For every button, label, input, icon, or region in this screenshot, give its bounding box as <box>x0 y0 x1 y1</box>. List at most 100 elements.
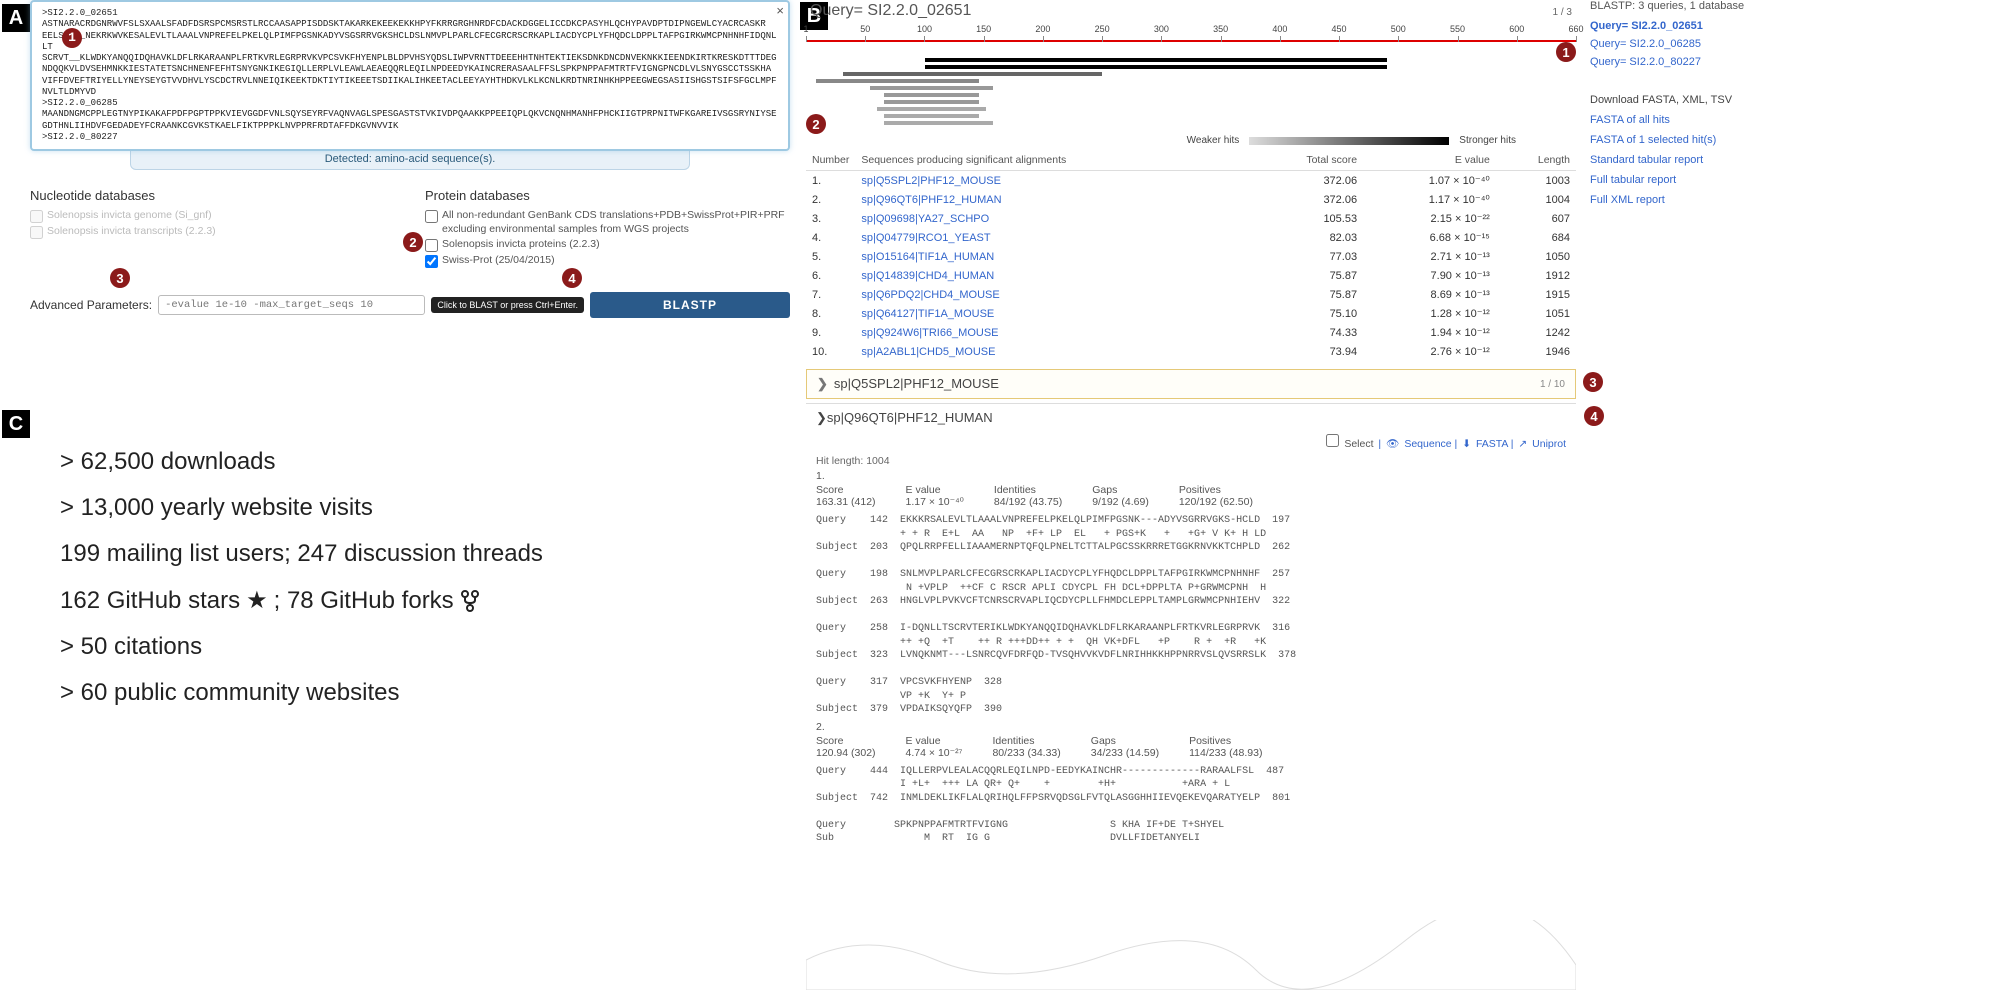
table-row: 4.sp|Q04779|RCO1_YEAST82.036.68 × 10⁻¹⁵6… <box>806 228 1576 247</box>
prot-db-item[interactable]: Swiss-Prot (25/04/2015) <box>425 254 790 268</box>
download-icon: ⬇ <box>1462 438 1471 450</box>
hit-tools-row: Select | 👁 Sequence | ⬇ FASTA | ↗ Unipro… <box>806 432 1576 452</box>
stat-mailinglist: 199 mailing list users; 247 discussion t… <box>60 540 700 568</box>
table-row: 1.sp|Q5SPL2|PHF12_MOUSE372.061.07 × 10⁻⁴… <box>806 171 1576 191</box>
fork-icon <box>460 589 480 613</box>
eye-icon: 👁 <box>1386 438 1399 450</box>
download-fasta-all[interactable]: FASTA of all hits <box>1590 114 1790 126</box>
stat-visits: > 13,000 yearly website visits <box>60 494 700 522</box>
nuc-db-item: Solenopsis invicta genome (Si_gnf) <box>30 209 395 223</box>
badge-b2: 2 <box>806 114 826 134</box>
blast-hint-tooltip: Click to BLAST or press Ctrl+Enter. <box>431 297 584 313</box>
badge-b4: 4 <box>1584 406 1604 426</box>
hit-row-expanded[interactable]: ❯sp|Q96QT6|PHF12_HUMAN 4 <box>806 403 1576 432</box>
col-length: Length <box>1496 150 1576 171</box>
prot-db-checkbox[interactable] <box>425 239 438 252</box>
table-row: 9.sp|Q924W6|TRI66_MOUSE74.331.94 × 10⁻¹²… <box>806 323 1576 342</box>
torn-edge-decoration <box>806 920 1576 990</box>
badge-b1: 1 <box>1556 42 1576 62</box>
badge-3: 3 <box>110 268 130 288</box>
chevron-right-icon: ❯ <box>817 376 828 391</box>
uniprot-link[interactable]: Uniprot <box>1532 438 1566 450</box>
hit-link[interactable]: sp|Q924W6|TRI66_MOUSE <box>861 327 998 339</box>
close-icon[interactable]: × <box>776 4 784 20</box>
hit-link[interactable]: sp|Q5SPL2|PHF12_MOUSE <box>861 175 1001 187</box>
query-link-2[interactable]: Query= SI2.2.0_06285 <box>1590 38 1790 50</box>
download-fasta-selected[interactable]: FASTA of 1 selected hit(s) <box>1590 134 1790 146</box>
hit-link[interactable]: sp|Q09698|YA27_SCHPO <box>861 213 989 225</box>
hit-strength-legend: Weaker hits Stronger hits <box>806 135 1576 146</box>
hit-length: Hit length: 1004 <box>816 455 1566 467</box>
prot-db-checkbox[interactable] <box>425 255 438 268</box>
nucleotide-db-column: Nucleotide databases Solenopsis invicta … <box>30 188 395 270</box>
hit-link[interactable]: sp|Q04779|RCO1_YEAST <box>861 232 990 244</box>
star-icon <box>246 586 268 615</box>
query-link-3[interactable]: Query= SI2.2.0_80227 <box>1590 56 1790 68</box>
hit-row-collapsed[interactable]: ❯sp|Q5SPL2|PHF12_MOUSE 1 / 10 3 <box>806 369 1576 399</box>
prot-db-item[interactable]: All non-redundant GenBank CDS translatio… <box>425 209 790 236</box>
panel-b: Query= SI2.2.0_02651 1 / 3 1501001502002… <box>806 0 1576 850</box>
table-row: 2.sp|Q96QT6|PHF12_HUMAN372.061.17 × 10⁻⁴… <box>806 190 1576 209</box>
alignment-block-2: Query 444 IQLLERPVLEALACQQRLEQILNPD-EEDY… <box>806 761 1576 850</box>
stat-downloads: > 62,500 downloads <box>60 448 700 476</box>
col-number: Number <box>806 150 855 171</box>
panel-label-c: C <box>2 410 30 438</box>
col-evalue: E value <box>1363 150 1496 171</box>
stat-github: 162 GitHub stars; 78 GitHub forks <box>60 586 700 615</box>
detected-banner: Detected: amino-acid sequence(s). <box>130 149 690 170</box>
fasta-link[interactable]: FASTA <box>1476 438 1508 450</box>
sequence-link[interactable]: Sequence <box>1404 438 1451 450</box>
panel-b-sidebar: BLASTP: 3 queries, 1 database Query= SI2… <box>1590 0 1790 214</box>
hit-overview-graph: 2 <box>816 58 1496 125</box>
query-link-1[interactable]: Query= SI2.2.0_02651 <box>1590 20 1790 32</box>
advanced-params-input[interactable] <box>158 295 425 315</box>
hit-link[interactable]: sp|Q14839|CHD4_HUMAN <box>861 270 994 282</box>
hit-link[interactable]: sp|O15164|TIF1A_HUMAN <box>861 251 994 263</box>
query-title: Query= SI2.2.0_02651 <box>810 2 971 20</box>
results-table: Number Sequences producing significant a… <box>806 150 1576 361</box>
hit-link[interactable]: sp|Q64127|TIF1A_MOUSE <box>861 308 994 320</box>
download-full-tabular[interactable]: Full tabular report <box>1590 174 1790 186</box>
select-hit-checkbox[interactable] <box>1326 434 1339 447</box>
table-row: 5.sp|O15164|TIF1A_HUMAN77.032.71 × 10⁻¹³… <box>806 247 1576 266</box>
table-row: 7.sp|Q6PDQ2|CHD4_MOUSE75.878.69 × 10⁻¹³1… <box>806 285 1576 304</box>
panel-c: > 62,500 downloads > 13,000 yearly websi… <box>60 430 700 725</box>
nuc-db-checkbox <box>30 226 43 239</box>
badge-2: 2 <box>403 232 423 252</box>
table-row: 10.sp|A2ABL1|CHD5_MOUSE73.942.76 × 10⁻¹²… <box>806 342 1576 361</box>
prot-db-item[interactable]: Solenopsis invicta proteins (2.2.3) <box>425 238 790 252</box>
sequence-input-box[interactable]: × >SI2.2.0_02651 ASTNARACRDGNRWVFSLSXAAL… <box>30 0 790 151</box>
prot-db-checkbox[interactable] <box>425 210 438 223</box>
blast-button[interactable]: BLASTP <box>590 292 790 318</box>
alignment-block-1: Query 142 EKKKRSALEVLTLAAALVNPREFELPKELQ… <box>806 510 1576 721</box>
panel-label-a: A <box>2 4 30 32</box>
alignment-stats-1: Score163.31 (412) E value1.17 × 10⁻⁴⁰ Id… <box>806 482 1576 510</box>
query-count: 1 / 3 <box>1553 7 1572 18</box>
hit-link[interactable]: sp|Q6PDQ2|CHD4_MOUSE <box>861 289 999 301</box>
stat-community: > 60 public community websites <box>60 679 700 707</box>
sequence-text: >SI2.2.0_02651 ASTNARACRDGNRWVFSLSXAALSF… <box>42 8 777 142</box>
download-std-tabular[interactable]: Standard tabular report <box>1590 154 1790 166</box>
table-row: 6.sp|Q14839|CHD4_HUMAN75.877.90 × 10⁻¹³1… <box>806 266 1576 285</box>
protein-db-column: Protein databases All non-redundant GenB… <box>425 188 790 270</box>
badge-4: 4 <box>562 268 582 288</box>
nucleotide-heading: Nucleotide databases <box>30 188 395 203</box>
panel-a: × >SI2.2.0_02651 ASTNARACRDGNRWVFSLSXAAL… <box>30 0 790 318</box>
download-full-xml[interactable]: Full XML report <box>1590 194 1790 206</box>
table-row: 8.sp|Q64127|TIF1A_MOUSE75.101.28 × 10⁻¹²… <box>806 304 1576 323</box>
table-row: 3.sp|Q09698|YA27_SCHPO105.532.15 × 10⁻²²… <box>806 209 1576 228</box>
blastp-summary: BLASTP: 3 queries, 1 database <box>1590 0 1790 12</box>
col-seq: Sequences producing significant alignmen… <box>855 150 1249 171</box>
hit-link[interactable]: sp|A2ABL1|CHD5_MOUSE <box>861 346 995 358</box>
protein-heading: Protein databases <box>425 188 790 203</box>
alignment-stats-2: Score120.94 (302) E value4.74 × 10⁻²⁷ Id… <box>806 733 1576 761</box>
stat-citations: > 50 citations <box>60 633 700 661</box>
badge-b3: 3 <box>1583 372 1603 392</box>
external-link-icon: ↗ <box>1518 438 1527 450</box>
hit-link[interactable]: sp|Q96QT6|PHF12_HUMAN <box>861 194 1001 206</box>
badge-1: 1 <box>62 28 82 48</box>
nuc-db-checkbox <box>30 210 43 223</box>
nuc-db-item: Solenopsis invicta transcripts (2.2.3) <box>30 225 395 239</box>
advanced-params-label: Advanced Parameters: <box>30 298 152 312</box>
col-score: Total score <box>1249 150 1363 171</box>
